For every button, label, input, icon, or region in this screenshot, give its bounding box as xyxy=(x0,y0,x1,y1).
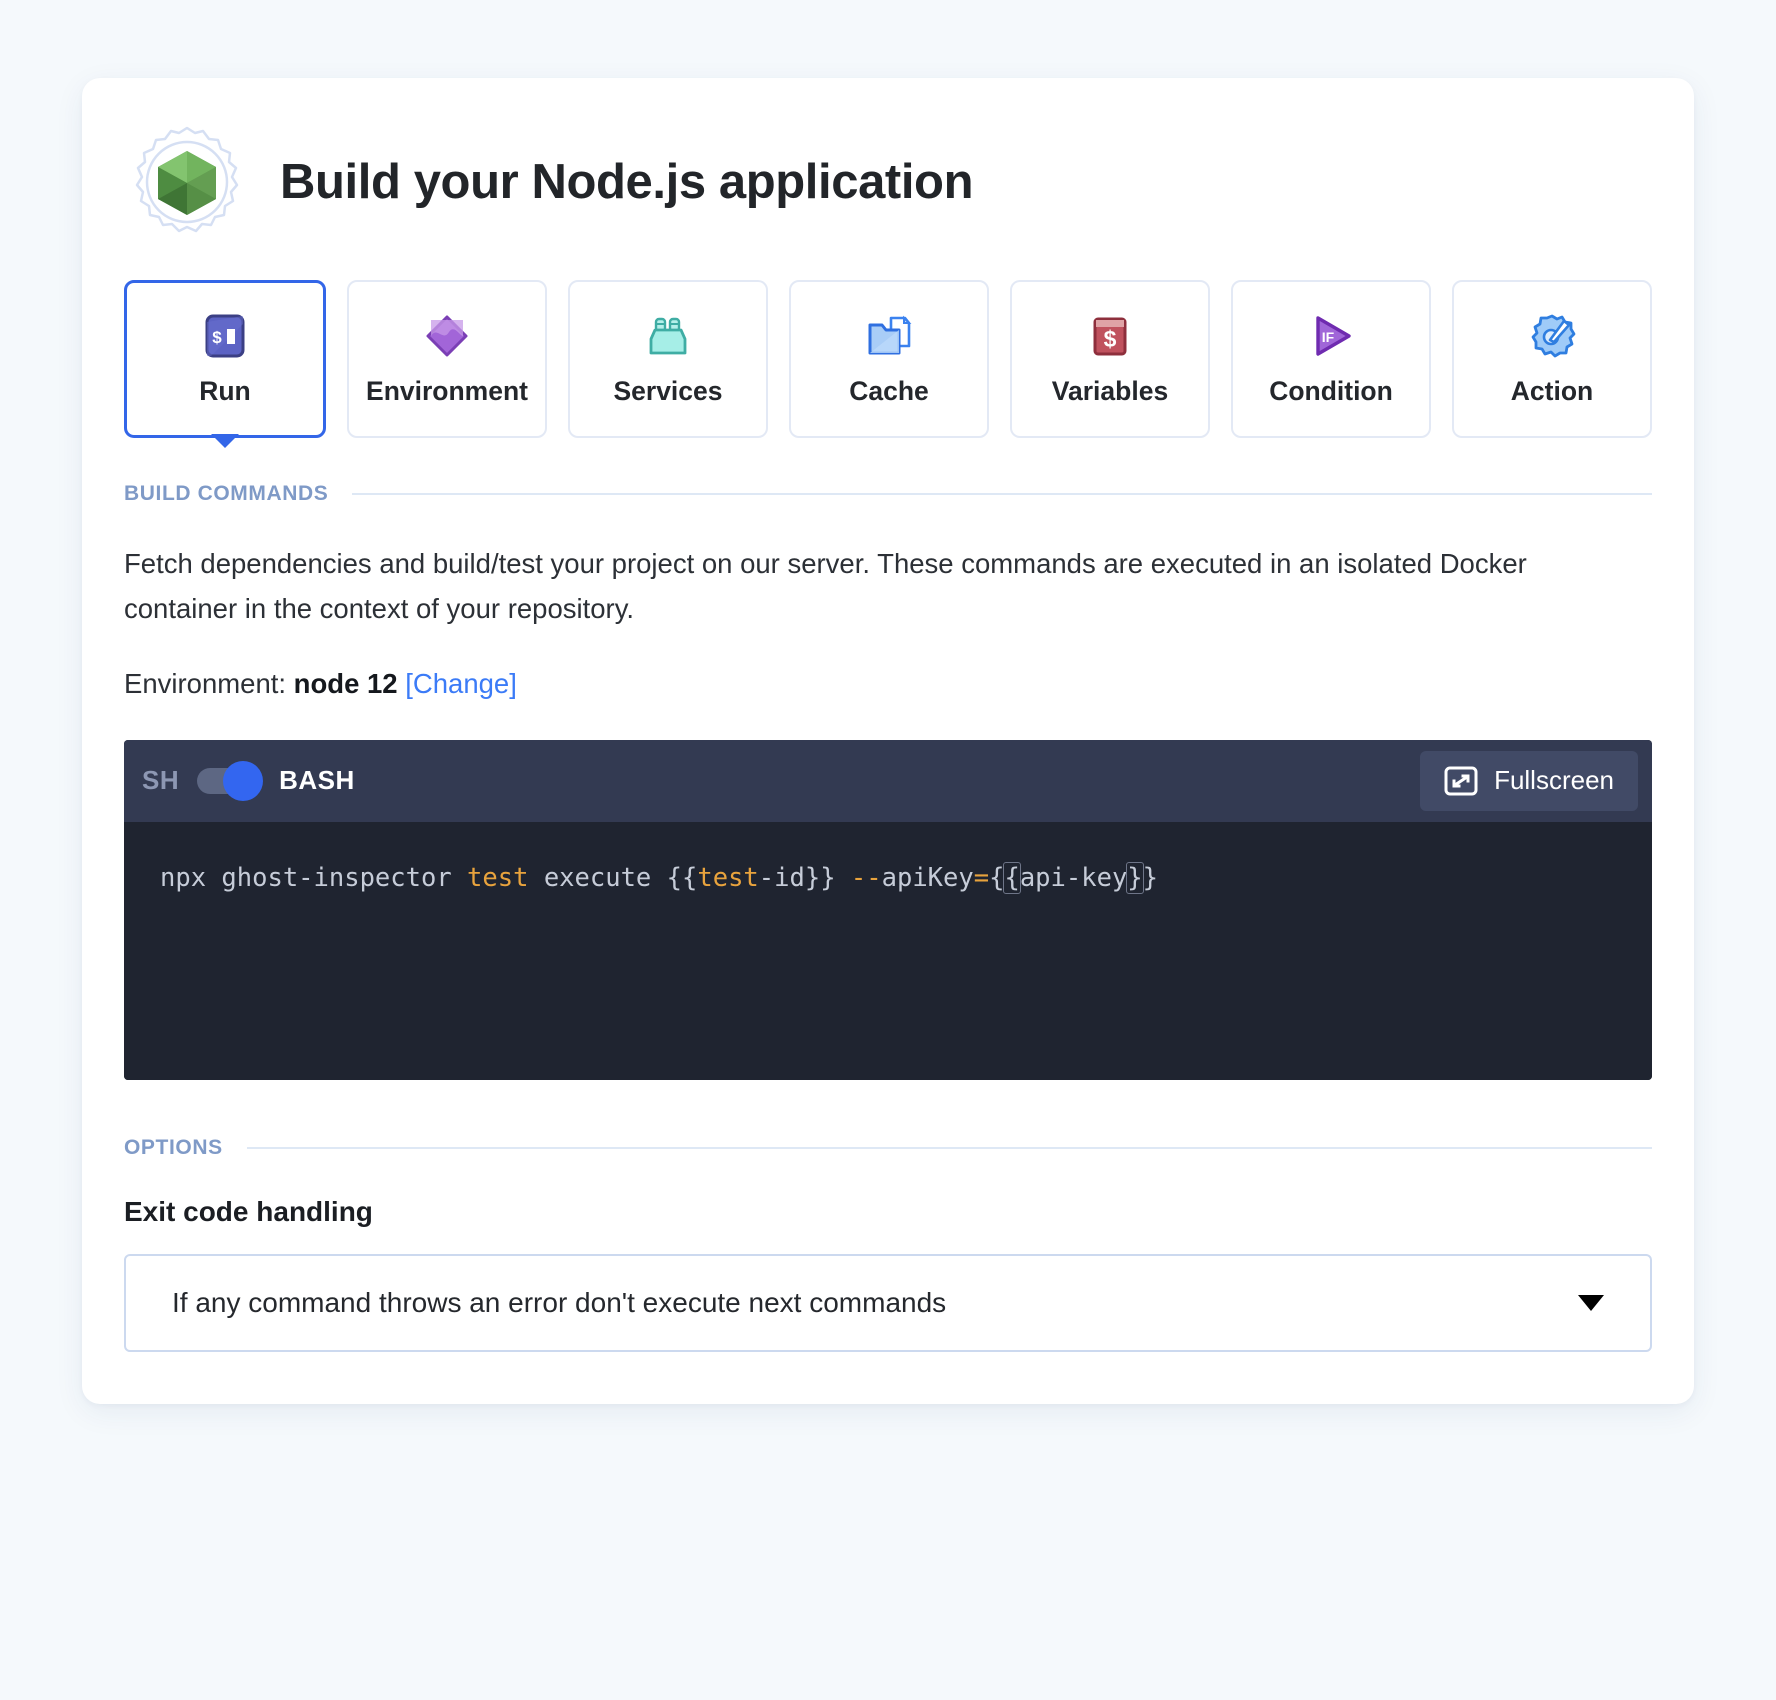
expand-fullscreen-icon xyxy=(1444,764,1478,798)
code-token: } xyxy=(1143,863,1158,893)
options-section-header: OPTIONS xyxy=(116,1136,1660,1160)
build-settings-card: Build your Node.js application $ Run xyxy=(82,78,1694,1404)
code-token: { xyxy=(989,863,1004,893)
editor-toolbar: SH BASH Fullscreen xyxy=(124,740,1652,822)
tab-condition[interactable]: IF Condition xyxy=(1231,280,1431,438)
terminal-prompt-icon: $ xyxy=(201,312,249,360)
tab-cache-label: Cache xyxy=(849,376,929,407)
code-token: apiKey xyxy=(882,863,974,893)
environment-value: node 12 xyxy=(294,668,398,699)
page-root: Build your Node.js application $ Run xyxy=(0,0,1776,1700)
exit-code-handling-select[interactable]: If any command throws an error don't exe… xyxy=(124,1254,1652,1352)
bash-toggle-label: BASH xyxy=(279,765,355,796)
code-token: npx ghost-inspector xyxy=(160,863,467,893)
chevron-down-icon xyxy=(1578,1295,1604,1311)
code-token: } xyxy=(1127,863,1142,893)
tab-action-label: Action xyxy=(1511,376,1593,407)
code-token: api-key xyxy=(1020,863,1127,893)
editor-code-area[interactable]: npx ghost-inspector test execute {{test-… xyxy=(124,822,1652,1080)
tab-variables[interactable]: $ Variables xyxy=(1010,280,1210,438)
code-token: = xyxy=(974,863,989,893)
tab-variables-label: Variables xyxy=(1052,376,1168,407)
tab-run-label: Run xyxy=(199,376,251,407)
fullscreen-label: Fullscreen xyxy=(1494,765,1614,796)
shell-mode-toggle[interactable] xyxy=(197,768,259,794)
step-type-tabs: $ Run Environment xyxy=(116,280,1660,438)
exit-code-handling-label: Exit code handling xyxy=(116,1196,1660,1228)
section-divider xyxy=(247,1147,1652,1149)
code-token: { xyxy=(1004,863,1019,893)
build-commands-section-label: BUILD COMMANDS xyxy=(124,482,328,506)
bottle-crate-icon xyxy=(644,312,692,360)
svg-text:$: $ xyxy=(1104,326,1117,352)
dollar-box-icon: $ xyxy=(1086,312,1134,360)
environment-line: Environment: node 12 [Change] xyxy=(116,668,1660,700)
tab-services[interactable]: Services xyxy=(568,280,768,438)
options-section-label: OPTIONS xyxy=(124,1136,223,1160)
code-token: execute {{ xyxy=(528,863,697,893)
gear-action-icon xyxy=(1528,312,1576,360)
svg-text:IF: IF xyxy=(1322,329,1335,345)
code-line: npx ghost-inspector test execute {{test-… xyxy=(160,862,1616,895)
environment-prefix: Environment: xyxy=(124,668,286,699)
build-commands-section-header: BUILD COMMANDS xyxy=(116,482,1660,506)
page-title: Build your Node.js application xyxy=(280,156,973,210)
code-token: -- xyxy=(851,863,882,893)
code-token: test xyxy=(467,863,528,893)
build-commands-description: Fetch dependencies and build/test your p… xyxy=(116,542,1536,632)
section-divider xyxy=(352,493,1652,495)
tab-run[interactable]: $ Run xyxy=(124,280,326,438)
code-token: test xyxy=(697,863,758,893)
nodejs-gear-logo-icon xyxy=(124,120,250,246)
change-environment-link[interactable]: [Change] xyxy=(405,668,517,699)
if-play-icon: IF xyxy=(1307,312,1355,360)
tab-services-label: Services xyxy=(613,376,722,407)
svg-text:$: $ xyxy=(212,328,222,347)
tab-cache[interactable]: Cache xyxy=(789,280,989,438)
code-token: -id}} xyxy=(759,863,851,893)
fullscreen-button[interactable]: Fullscreen xyxy=(1420,751,1638,811)
folder-document-icon xyxy=(865,312,913,360)
purple-diamond-icon xyxy=(423,312,471,360)
toggle-knob xyxy=(223,761,263,801)
sh-toggle-label: SH xyxy=(142,765,179,796)
tab-environment[interactable]: Environment xyxy=(347,280,547,438)
command-editor: SH BASH Fullscreen xyxy=(124,740,1652,1080)
tab-environment-label: Environment xyxy=(366,376,528,407)
exit-code-handling-value: If any command throws an error don't exe… xyxy=(172,1287,1578,1319)
card-header: Build your Node.js application xyxy=(116,120,1660,246)
tab-condition-label: Condition xyxy=(1269,376,1393,407)
tab-action[interactable]: Action xyxy=(1452,280,1652,438)
